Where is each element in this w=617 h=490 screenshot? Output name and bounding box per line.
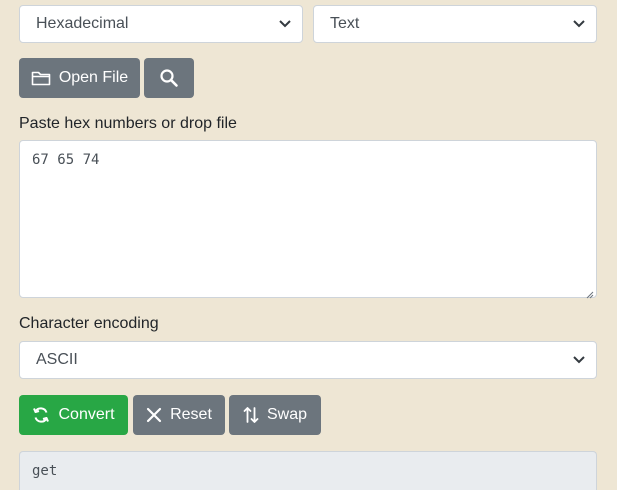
reset-label: Reset [170,406,212,423]
input-label: Paste hex numbers or drop file [19,115,237,132]
search-button[interactable] [144,58,194,98]
to-format-select[interactable]: Text [313,5,597,43]
folder-icon [31,70,51,86]
chevron-down-icon [278,17,292,31]
chevron-down-icon [572,353,586,367]
convert-button[interactable]: Convert [19,395,128,435]
from-format-select[interactable]: Hexadecimal [19,5,303,43]
encoding-label: Character encoding [19,315,159,332]
convert-label: Convert [58,406,115,423]
swap-icon [243,406,259,424]
refresh-icon [32,406,50,424]
swap-button[interactable]: Swap [229,395,321,435]
from-format-value: Hexadecimal [36,15,129,32]
encoding-select[interactable]: ASCII [19,341,597,379]
chevron-down-icon [572,17,586,31]
open-file-button[interactable]: Open File [19,58,140,98]
hex-input-textarea[interactable]: 67 65 74 [19,140,597,299]
close-icon [146,407,162,423]
encoding-value: ASCII [36,351,78,368]
hex-input-value: 67 65 74 [32,152,100,168]
search-icon [159,68,179,88]
open-file-label: Open File [58,69,129,86]
resize-handle-icon[interactable] [586,287,594,299]
hex-to-text-converter: Hexadecimal Text Open File Paste hex num… [0,0,617,490]
text-output-area[interactable]: get [19,451,597,490]
text-output-value: get [32,463,58,479]
reset-button[interactable]: Reset [133,395,225,435]
to-format-value: Text [330,15,360,32]
swap-label: Swap [266,406,308,423]
